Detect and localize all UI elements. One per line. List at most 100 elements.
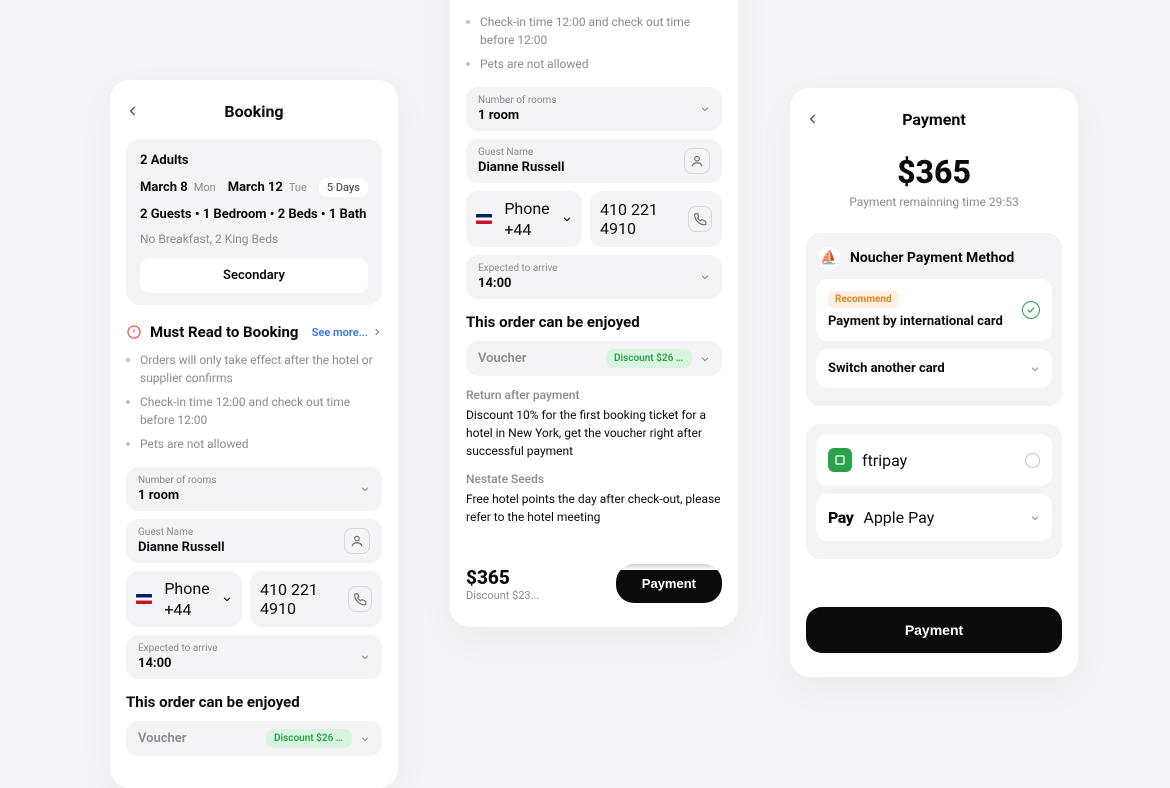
noucher-method-group: ⛵ Noucher Payment Method Recommend Payme… bbox=[806, 233, 1062, 406]
seeds-heading: Nestate Seeds bbox=[466, 472, 722, 486]
recommend-badge: Recommend bbox=[828, 291, 899, 308]
other-method-group: ftripay Pay Apple Pay bbox=[806, 424, 1062, 559]
date-to-dow: Tue bbox=[289, 181, 307, 194]
rooms-value: 1 room bbox=[138, 488, 217, 503]
apple-pay-label: Apple Pay bbox=[863, 508, 934, 527]
back-icon[interactable] bbox=[806, 112, 820, 126]
payment-amount: $365 bbox=[806, 153, 1062, 191]
date-to: March 12 bbox=[228, 180, 283, 195]
rooms-field[interactable]: Number of rooms 1 room bbox=[466, 87, 722, 131]
chevron-down-icon bbox=[360, 734, 370, 744]
payment-remaining: Payment remainning time 29:53 bbox=[806, 195, 1062, 209]
intl-card-label: Payment by international card bbox=[828, 314, 1003, 329]
secondary-button[interactable]: Secondary bbox=[140, 258, 368, 293]
payment-header: Payment bbox=[806, 110, 1062, 129]
voucher-field[interactable]: Voucher Discount $26 for ... bbox=[126, 721, 382, 756]
enjoy-title: This order can be enjoyed bbox=[466, 313, 722, 331]
booking-summary: 2 Adults March 8 Mon March 12 Tue 5 Days… bbox=[126, 139, 382, 305]
rule-item: Check-in time 12:00 and check out time b… bbox=[466, 13, 722, 49]
phone-number-field[interactable]: 410 221 4910 bbox=[250, 571, 382, 627]
rooms-field[interactable]: Number of rooms 1 room bbox=[126, 467, 382, 511]
extras-line: No Breakfast, 2 King Beds bbox=[140, 232, 368, 246]
chevron-down-icon bbox=[360, 484, 370, 494]
guest-field[interactable]: Guest Name Dianne Russell bbox=[466, 139, 722, 183]
return-body: Discount 10% for the first booking ticke… bbox=[466, 406, 722, 460]
rules-list: Check-in time 12:00 and check out time b… bbox=[466, 13, 722, 73]
booking-header: Booking bbox=[126, 102, 382, 121]
price-bar: $365 Discount $23... Payment bbox=[466, 548, 722, 603]
must-read-row: Must Read to Booking See more... bbox=[126, 323, 382, 341]
phone-number-field[interactable]: 410 221 4910 bbox=[590, 191, 722, 247]
enjoy-title: This order can be enjoyed bbox=[126, 693, 382, 711]
guest-value: Dianne Russell bbox=[138, 540, 225, 555]
adults-line: 2 Adults bbox=[140, 153, 368, 168]
flag-uk-icon bbox=[136, 594, 152, 604]
chevron-right-icon bbox=[372, 327, 382, 337]
rules-list: Orders will only take effect after the h… bbox=[126, 351, 382, 453]
rule-item: Check-in time 12:00 and check out time b… bbox=[126, 393, 382, 429]
stay-length-pill: 5 Days bbox=[319, 178, 368, 197]
rule-item: Pets are not allowed bbox=[466, 55, 722, 73]
user-icon[interactable] bbox=[684, 148, 710, 174]
discount-text: Discount $23... bbox=[466, 589, 539, 602]
rule-item: Orders will only take effect after the h… bbox=[126, 351, 382, 387]
noucher-heading: ⛵ Noucher Payment Method bbox=[816, 243, 1052, 279]
booking-screen-top: Booking 2 Adults March 8 Mon March 12 Tu… bbox=[110, 80, 398, 788]
phone-label: Phone bbox=[164, 579, 209, 598]
chevron-down-icon bbox=[700, 354, 710, 364]
noucher-logo-icon: ⛵ bbox=[818, 247, 840, 269]
date-from: March 8 bbox=[140, 180, 188, 195]
chevron-down-icon bbox=[700, 104, 710, 114]
must-read-title: Must Read to Booking bbox=[150, 323, 299, 341]
radio-unselected-icon[interactable] bbox=[1025, 453, 1040, 468]
return-heading: Return after payment bbox=[466, 388, 722, 402]
chevron-down-icon bbox=[360, 652, 370, 662]
guest-field[interactable]: Guest Name Dianne Russell bbox=[126, 519, 382, 563]
phone-number: 410 221 4910 bbox=[260, 580, 348, 618]
payment-button[interactable]: Payment bbox=[806, 607, 1062, 653]
phone-icon[interactable] bbox=[348, 586, 372, 612]
phone-cc: +44 bbox=[164, 600, 209, 619]
check-icon bbox=[1022, 301, 1040, 319]
phone-row: Phone +44 410 221 4910 bbox=[466, 191, 722, 247]
arrival-label: Expected to arrive bbox=[138, 643, 218, 654]
voucher-badge: Discount $26 for ... bbox=[266, 729, 352, 748]
info-icon bbox=[126, 324, 142, 340]
chevron-down-icon bbox=[1030, 513, 1040, 523]
date-from-dow: Mon bbox=[194, 181, 216, 194]
flag-uk-icon bbox=[476, 214, 492, 224]
arrival-value: 14:00 bbox=[138, 656, 218, 671]
rooms-label: Number of rooms bbox=[138, 475, 217, 486]
payment-screen: Payment $365 Payment remainning time 29:… bbox=[790, 88, 1078, 677]
chevron-down-icon bbox=[1030, 364, 1040, 374]
user-icon[interactable] bbox=[344, 528, 370, 554]
guest-label: Guest Name bbox=[138, 527, 225, 538]
booking-screen-scrolled: Check-in time 12:00 and check out time b… bbox=[450, 0, 738, 627]
switch-card-option[interactable]: Switch another card bbox=[816, 349, 1052, 388]
page-title: Booking bbox=[126, 102, 382, 121]
dates-line: March 8 Mon March 12 Tue 5 Days bbox=[140, 178, 368, 197]
apple-pay-logo-icon: Pay bbox=[828, 508, 853, 527]
seeds-body: Free hotel points the day after check-ou… bbox=[466, 490, 722, 526]
chevron-down-icon bbox=[700, 272, 710, 282]
country-code-field[interactable]: Phone +44 bbox=[466, 191, 582, 247]
voucher-label: Voucher bbox=[138, 731, 186, 746]
country-code-field[interactable]: Phone +44 bbox=[126, 571, 242, 627]
arrival-field[interactable]: Expected to arrive 14:00 bbox=[126, 635, 382, 679]
switch-card-label: Switch another card bbox=[828, 361, 945, 376]
arrival-field[interactable]: Expected to arrive 14:00 bbox=[466, 255, 722, 299]
chevron-down-icon bbox=[562, 214, 572, 224]
ftripay-option[interactable]: ftripay bbox=[816, 434, 1052, 486]
phone-icon[interactable] bbox=[688, 206, 712, 232]
see-more-link[interactable]: See more... bbox=[312, 326, 382, 339]
page-title: Payment bbox=[806, 110, 1062, 129]
voucher-field[interactable]: Voucher Discount $26 for ... bbox=[466, 341, 722, 376]
back-icon[interactable] bbox=[126, 104, 140, 118]
phone-row: Phone +44 410 221 4910 bbox=[126, 571, 382, 627]
chevron-down-icon bbox=[222, 594, 232, 604]
apple-pay-option[interactable]: Pay Apple Pay bbox=[816, 494, 1052, 541]
composition-line: 2 Guests • 1 Bedroom • 2 Beds • 1 Bath bbox=[140, 207, 368, 222]
total-price: $365 bbox=[466, 566, 539, 589]
intl-card-option[interactable]: Recommend Payment by international card bbox=[816, 279, 1052, 341]
payment-button[interactable]: Payment bbox=[616, 564, 722, 603]
